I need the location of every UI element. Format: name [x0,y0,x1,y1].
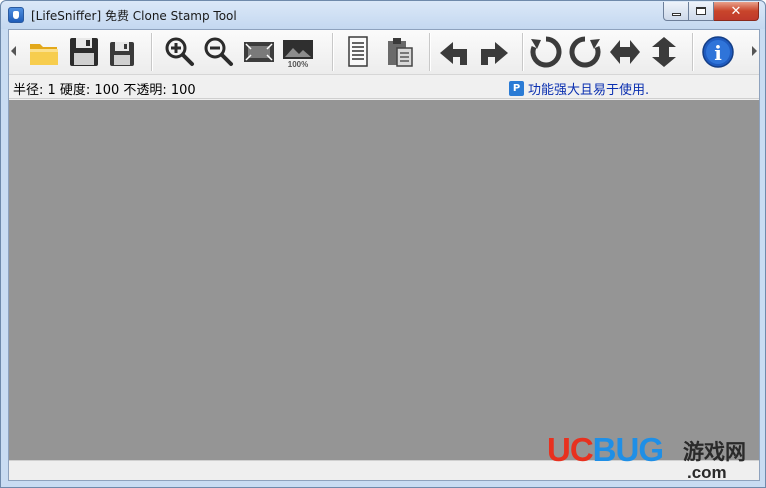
app-badge-icon: P [509,81,524,96]
brush-settings-text: 半径: 1 硬度: 100 不透明: 100 [13,83,196,98]
maximize-button[interactable] [689,2,714,21]
rotate-left-button[interactable] [527,33,565,71]
promo-text[interactable]: 功能强大且易于使用. [528,79,649,98]
image-canvas[interactable] [9,100,759,460]
toolbar-separator [522,33,524,71]
toolbar-separator [332,33,334,71]
redo-arrow-icon [481,42,508,65]
info-bar: 半径: 1 硬度: 100 不透明: 100 P 功能强大且易于使用. [9,76,759,99]
zoom-out-button[interactable] [199,33,237,71]
flip-horizontal-button[interactable] [606,33,644,71]
close-icon: ✕ [730,3,742,19]
toolbar: 100% i [9,30,759,75]
zoom-out-icon [204,37,233,66]
floppy-disk-icon [70,38,98,66]
promo-link[interactable]: P 功能强大且易于使用. [509,79,649,98]
zoom-in-button[interactable] [160,33,198,71]
open-button[interactable] [25,33,63,71]
rotate-right-button[interactable] [566,33,604,71]
client-area: 100% i 半径: 1 硬度: 100 不透明: 100 P 功能强大且易于使… [8,29,760,481]
toolbar-separator [151,33,153,71]
copy-button[interactable] [339,33,377,71]
watermark-logo: UCBUG 游戏网 .com [547,431,762,482]
rotate-cw-icon [569,36,601,68]
title-bar[interactable]: [LifeSniffer] 免费 Clone Stamp Tool ✕ [1,1,765,29]
actual-size-icon: 100% [283,40,313,69]
toolbar-separator [692,33,694,71]
svg-text:100%: 100% [288,60,308,69]
about-button[interactable]: i [699,33,737,71]
info-icon: i [702,36,734,68]
undo-button[interactable] [435,33,473,71]
minimize-button[interactable] [663,2,689,21]
folder-open-icon [30,44,58,65]
svg-text:i: i [714,41,722,65]
save-as-button[interactable] [103,33,141,71]
caption-buttons: ✕ [663,2,759,21]
fit-window-button[interactable] [240,33,278,71]
watermark-domain: .com [687,463,727,482]
close-button[interactable]: ✕ [714,2,759,21]
watermark-wordmark: UCBUG [547,431,664,468]
undo-arrow-icon [440,42,467,65]
app-window: [LifeSniffer] 免费 Clone Stamp Tool ✕ 100%… [0,0,766,488]
flip-vertical-button[interactable] [645,33,683,71]
watermark-cn-text: 游戏网 [683,439,746,464]
triangle-right-icon[interactable] [752,46,757,56]
fit-to-window-icon [244,42,274,62]
toolbar-separator [429,33,431,71]
document-icon [348,36,368,67]
minimize-icon [671,12,681,16]
flip-vertical-icon [652,37,676,67]
flip-horizontal-icon [610,40,640,64]
rotate-ccw-icon [530,36,562,68]
triangle-left-icon[interactable] [11,46,16,56]
clipboard-icon [388,38,413,67]
save-button[interactable] [65,33,103,71]
window-title: [LifeSniffer] 免费 Clone Stamp Tool [31,9,237,23]
actual-size-button[interactable]: 100% [279,33,317,71]
paste-button[interactable] [381,33,419,71]
zoom-in-icon [165,37,194,66]
redo-button[interactable] [475,33,513,71]
floppy-disk-small-icon [110,42,134,66]
maximize-icon [696,7,706,15]
app-icon[interactable] [8,7,24,23]
